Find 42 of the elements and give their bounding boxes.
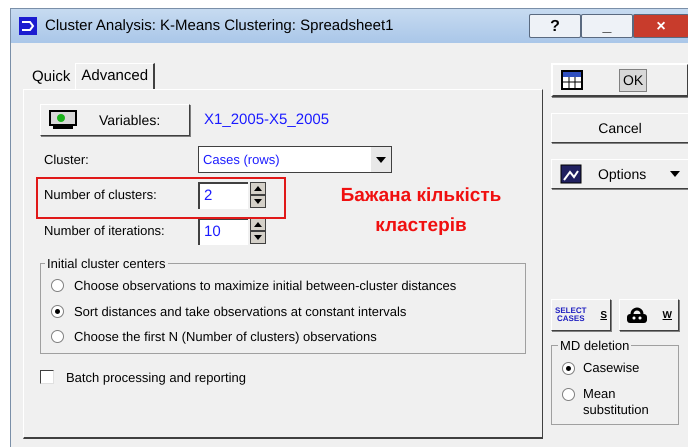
radio-button[interactable] <box>51 330 64 344</box>
spinner-arrows-icon[interactable] <box>250 218 266 244</box>
annotation-text: Бажана кількість кластерів <box>340 184 502 238</box>
cluster-label: Cluster: <box>43 150 90 169</box>
num-iterations-field[interactable]: 10 <box>198 218 248 244</box>
select-cases-text: CASES <box>556 315 586 323</box>
chart-icon <box>560 164 582 184</box>
radio-button[interactable] <box>51 304 64 318</box>
caret-icon <box>670 171 680 177</box>
radio-label: Choose the first N (Number of clusters) observations <box>74 328 377 346</box>
select-cases-button[interactable]: SELECT CASES S <box>551 299 611 331</box>
checkbox[interactable] <box>40 370 54 384</box>
window-title: Cluster Analysis: K-Means Clustering: Spreadsheet1 <box>45 16 395 36</box>
radio-label: Sort distances and take observations at constant intervals <box>74 302 406 320</box>
spreadsheet-icon <box>561 70 583 90</box>
weight-icon <box>626 306 648 324</box>
radio-label: Casewise <box>583 360 640 376</box>
minimize-button[interactable]: _ <box>581 14 633 38</box>
num-clusters-label: Number of clusters: <box>43 186 158 204</box>
variables-value: X1_2005-X5_2005 <box>204 110 330 130</box>
num-clusters-field[interactable]: 2 <box>198 182 248 208</box>
cancel-button[interactable]: Cancel <box>551 113 688 143</box>
options-button[interactable]: Options <box>551 159 688 189</box>
num-iterations-label: Number of iterations: <box>43 222 166 240</box>
help-button[interactable]: ? <box>529 14 581 38</box>
radio-button[interactable] <box>562 362 575 375</box>
spinner-arrows-icon[interactable] <box>250 182 266 208</box>
radio-label: Mean substitution <box>583 386 650 418</box>
tab[interactable]: Quick <box>27 65 76 89</box>
ok-button[interactable]: OK <box>551 63 688 97</box>
tab[interactable]: Advanced <box>75 63 156 89</box>
cluster-dropdown[interactable]: Cases (rows) <box>198 146 392 173</box>
close-button[interactable]: × <box>633 14 688 38</box>
select-cases-text: SELECT <box>555 307 587 315</box>
radio-button[interactable] <box>562 388 575 401</box>
checkbox-label: Batch processing and reporting <box>66 368 246 387</box>
radio-button[interactable] <box>51 279 64 292</box>
monitor-icon <box>49 110 77 130</box>
variables-button[interactable]: Variables: <box>40 104 190 136</box>
radio-label: Choose observations to maximize initial between-cluster distances <box>74 277 456 295</box>
weights-button[interactable]: W <box>619 299 679 331</box>
app-icon <box>19 17 37 35</box>
